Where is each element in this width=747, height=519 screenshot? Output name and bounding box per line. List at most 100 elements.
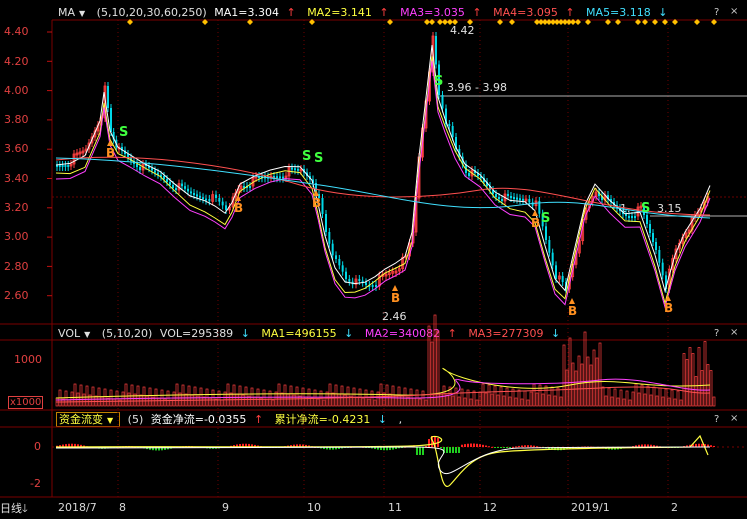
volume-bar-up	[667, 397, 671, 407]
flow-bar	[449, 447, 451, 453]
candle-body-down	[501, 199, 503, 201]
candle-body-down	[628, 216, 630, 218]
flow-bar	[500, 447, 502, 449]
candle-body-down	[652, 233, 654, 242]
candle-body-down	[519, 198, 521, 201]
volume-bar-up	[619, 389, 623, 407]
volume-bar-up	[523, 390, 527, 407]
volume-bar-up	[331, 392, 335, 407]
volume-bar-up	[364, 389, 368, 407]
volume-bar-up	[445, 394, 449, 407]
flow-cum-line	[55, 434, 709, 488]
candle-body-down	[297, 168, 299, 171]
volume-bar-up	[142, 386, 146, 407]
volume-bar-up	[664, 388, 668, 407]
candle-body-down	[181, 183, 183, 187]
volume-bar-up	[643, 393, 647, 407]
candle-body-down	[634, 216, 636, 218]
volume-bar-up	[580, 363, 584, 407]
volume-bar-up	[592, 349, 596, 407]
candle-body-down	[199, 195, 201, 198]
sell-signal: S	[314, 151, 323, 166]
candle-body-down	[225, 205, 227, 210]
volume-bar-up	[508, 396, 512, 407]
volume-bar-up	[322, 399, 326, 407]
flow-bar	[488, 446, 490, 448]
volume-bar-up	[400, 395, 404, 407]
candle-body-down	[625, 214, 627, 216]
volume-bar-up	[157, 397, 161, 407]
candle-body-down	[67, 165, 70, 167]
candle-body-down	[325, 214, 327, 232]
candle-body-down	[548, 240, 551, 253]
volume-bar-up	[286, 393, 290, 407]
volume-bar-up	[562, 344, 566, 407]
volume-bar-up	[280, 392, 284, 407]
candle-body-down	[193, 193, 195, 195]
volume-bar-up	[289, 385, 293, 407]
volume-bar-up	[574, 370, 578, 407]
volume-bar-up	[103, 388, 107, 407]
volume-bar-up	[487, 384, 491, 407]
flow-bar	[494, 447, 496, 448]
volume-bar-up	[541, 393, 545, 407]
candle-body-down	[513, 197, 515, 199]
flow-bar	[467, 443, 469, 447]
candle-body-down	[151, 168, 153, 171]
volume-bar-up	[535, 392, 539, 407]
volume-bar-up	[460, 388, 464, 407]
volume-bar-up	[82, 393, 86, 407]
volume-bar-up	[238, 385, 242, 407]
candle-body-down	[175, 188, 177, 190]
volume-bar-up	[340, 385, 344, 407]
candle-body-down	[282, 176, 284, 179]
volume-bar-up	[370, 390, 374, 407]
volume-bar-up	[385, 384, 389, 407]
candle-body-down	[365, 282, 367, 285]
volume-bar-up	[577, 355, 581, 407]
volume-bar-up	[346, 386, 350, 407]
volume-bar-up	[526, 399, 530, 407]
chart-canvas[interactable]: BB BBBB BSS SSSS	[0, 0, 747, 518]
flow-bar	[422, 447, 424, 455]
volume-bar-up	[277, 383, 281, 407]
volume-bar-up	[187, 385, 191, 407]
candle-body-down	[208, 199, 211, 202]
candle-body-down	[190, 191, 192, 194]
volume-bar-up	[637, 392, 641, 407]
flow-bar	[710, 445, 712, 447]
candle-body-down	[154, 170, 156, 173]
flow-bar	[452, 447, 454, 453]
candle-body-down	[196, 194, 198, 197]
volume-bar-up	[481, 383, 485, 407]
volume-bar-up	[640, 384, 644, 407]
buy-signal: B	[312, 196, 321, 210]
volume-bar-up	[670, 389, 674, 407]
volume-bar-up	[490, 393, 494, 407]
volume-bar-up	[199, 387, 203, 407]
volume-bar-up	[661, 396, 665, 407]
candle-body-down	[328, 232, 331, 244]
volume-bar-up	[652, 386, 656, 407]
candle-body-down	[291, 167, 293, 170]
volume-bar-up	[424, 399, 428, 407]
volume-bar-up	[616, 397, 620, 407]
flow-net-line	[55, 446, 711, 475]
volume-bar-up	[367, 398, 371, 407]
volume-bar-up	[124, 383, 128, 407]
volume-bar-up	[64, 390, 68, 407]
candle-body-down	[107, 86, 109, 108]
volume-bar-up	[673, 398, 677, 407]
ma4-line	[55, 156, 711, 216]
flow-bar	[515, 446, 517, 448]
flow-bar	[497, 447, 499, 448]
volume-bar-up	[583, 331, 587, 407]
volume-bar-up	[469, 398, 473, 407]
flow-bar	[458, 447, 460, 453]
volume-bar-up	[559, 396, 563, 407]
candle-body-down	[187, 188, 189, 192]
candle-body-down	[528, 199, 531, 203]
volume-bar-up	[220, 399, 224, 407]
volume-bar-up	[568, 337, 572, 407]
candle-body-down	[202, 197, 204, 200]
